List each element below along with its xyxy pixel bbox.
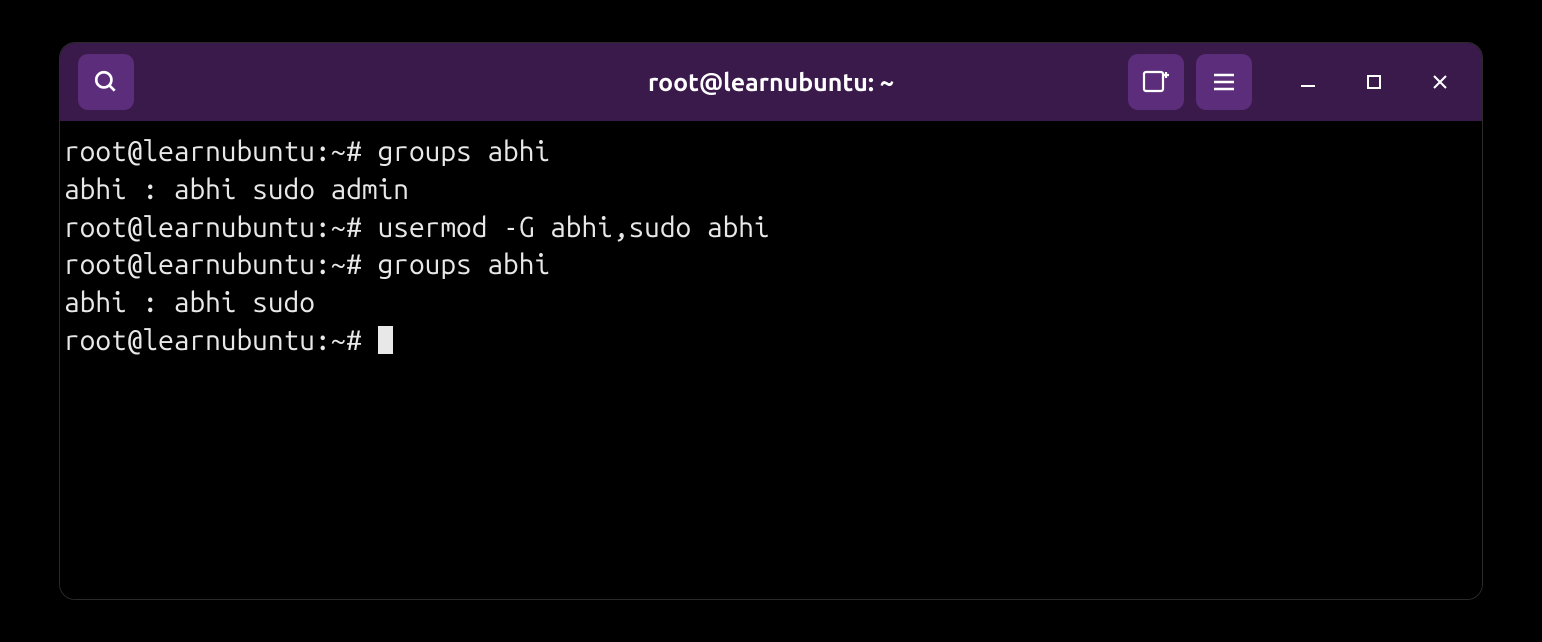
terminal-content[interactable]: root@learnubuntu:~# groups abhi abhi : a…: [60, 121, 1482, 599]
window-title: root@learnubuntu: ~: [648, 68, 894, 96]
terminal-line: root@learnubuntu:~# usermod -G abhi,sudo…: [64, 209, 1478, 247]
cursor: [378, 326, 393, 354]
command-text: groups abhi: [378, 136, 550, 167]
terminal-line: root@learnubuntu:~# groups abhi: [64, 133, 1478, 171]
search-icon: [93, 69, 119, 95]
maximize-button[interactable]: [1360, 68, 1388, 96]
maximize-icon: [1366, 74, 1382, 90]
prompt: root@learnubuntu:~#: [64, 212, 378, 243]
new-tab-button[interactable]: [1128, 54, 1184, 110]
minimize-button[interactable]: [1294, 68, 1322, 96]
hamburger-menu-icon: [1212, 72, 1236, 92]
search-button[interactable]: [78, 54, 134, 110]
terminal-line: abhi : abhi sudo: [64, 284, 1478, 322]
prompt: root@learnubuntu:~#: [64, 325, 378, 356]
prompt: root@learnubuntu:~#: [64, 136, 378, 167]
close-button[interactable]: [1426, 68, 1454, 96]
titlebar-right: [1128, 54, 1464, 110]
minimize-icon: [1299, 73, 1317, 91]
command-text: usermod -G abhi,sudo abhi: [378, 212, 770, 243]
close-icon: [1431, 73, 1449, 91]
titlebar[interactable]: root@learnubuntu: ~: [60, 43, 1482, 121]
terminal-line: abhi : abhi sudo admin: [64, 171, 1478, 209]
menu-button[interactable]: [1196, 54, 1252, 110]
terminal-window: root@learnubuntu: ~: [59, 42, 1483, 600]
new-tab-icon: [1141, 69, 1171, 95]
window-controls: [1294, 68, 1454, 96]
terminal-line: root@learnubuntu:~# groups abhi: [64, 246, 1478, 284]
command-text: groups abhi: [378, 249, 550, 280]
prompt: root@learnubuntu:~#: [64, 249, 378, 280]
terminal-line: root@learnubuntu:~#: [64, 322, 1478, 360]
